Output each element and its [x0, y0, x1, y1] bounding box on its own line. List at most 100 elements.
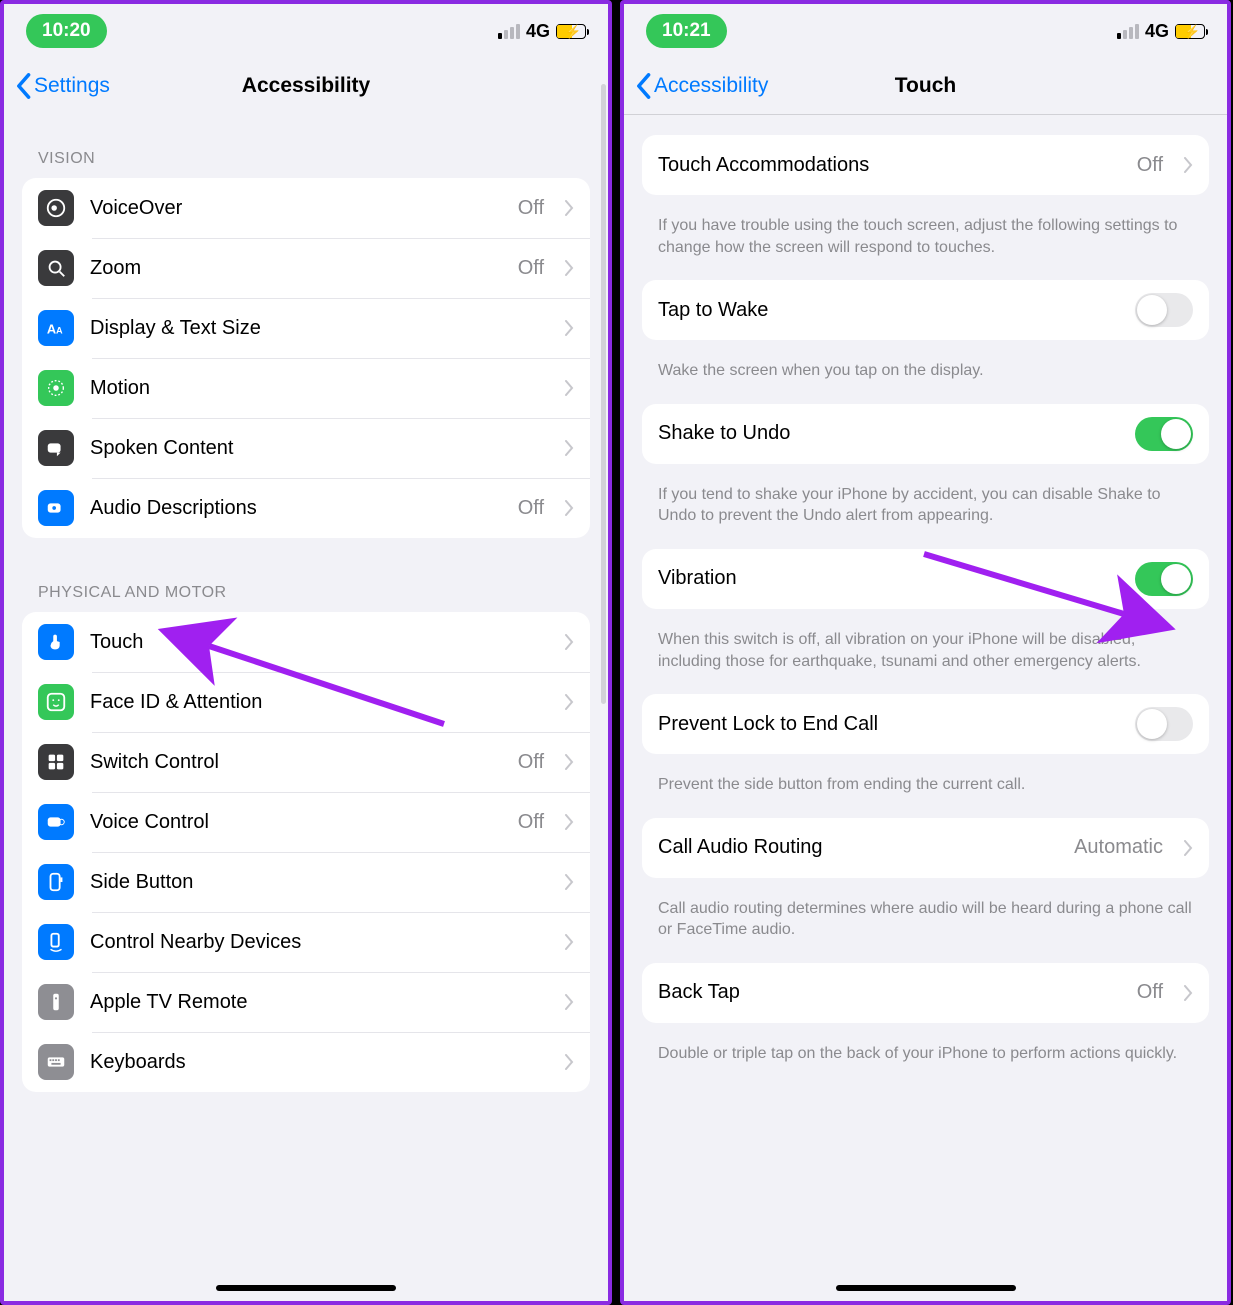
row-control-nearby-devices[interactable]: Control Nearby Devices	[22, 912, 590, 972]
toggle-tap-to-wake[interactable]	[1135, 293, 1193, 327]
back-button[interactable]: Settings	[14, 72, 110, 100]
row-detail: Off	[518, 197, 544, 220]
footer-back-tap: Double or triple tap on the back of your…	[642, 1033, 1209, 1087]
row-back-tap[interactable]: Back Tap Off	[642, 963, 1209, 1023]
row-call-audio-routing[interactable]: Call Audio Routing Automatic	[642, 818, 1209, 878]
row-label: Prevent Lock to End Call	[658, 713, 1119, 736]
row-detail: Off	[518, 811, 544, 834]
vision-group: VoiceOver Off Zoom Off AA Display & Text…	[22, 178, 590, 538]
row-spoken-content[interactable]: Spoken Content	[22, 418, 590, 478]
switch-icon	[38, 744, 74, 780]
row-detail: Off	[518, 497, 544, 520]
home-indicator[interactable]	[836, 1285, 1016, 1291]
row-display-text-size[interactable]: AA Display & Text Size	[22, 298, 590, 358]
row-touch-accommodations[interactable]: Touch Accommodations Off	[642, 135, 1209, 195]
chevron-right-icon	[1183, 840, 1193, 856]
row-label: Tap to Wake	[658, 299, 1119, 322]
row-audio-descriptions[interactable]: Audio Descriptions Off	[22, 478, 590, 538]
row-tap-to-wake[interactable]: Tap to Wake	[642, 280, 1209, 340]
home-indicator[interactable]	[216, 1285, 396, 1291]
chevron-right-icon	[564, 754, 574, 770]
chevron-right-icon	[564, 380, 574, 396]
svg-text:A: A	[56, 326, 63, 336]
row-label: Vibration	[658, 567, 1119, 590]
row-label: Touch Accommodations	[658, 154, 1121, 177]
row-face-id-attention[interactable]: Face ID & Attention	[22, 672, 590, 732]
battery-icon: ⚡	[1175, 24, 1205, 39]
toggle-vibration[interactable]	[1135, 562, 1193, 596]
status-bar: 10:21 4G ⚡	[624, 4, 1227, 58]
chevron-right-icon	[564, 320, 574, 336]
row-label: Side Button	[90, 871, 548, 894]
row-motion[interactable]: Motion	[22, 358, 590, 418]
row-label: Voice Control	[90, 811, 502, 834]
row-touch[interactable]: Touch	[22, 612, 590, 672]
network-label: 4G	[1145, 21, 1169, 42]
row-detail: Automatic	[1074, 836, 1163, 859]
chevron-right-icon	[564, 994, 574, 1010]
faceid-icon	[38, 684, 74, 720]
row-voiceover[interactable]: VoiceOver Off	[22, 178, 590, 238]
row-shake-to-undo[interactable]: Shake to Undo	[642, 404, 1209, 464]
chevron-right-icon	[564, 260, 574, 276]
row-apple-tv-remote[interactable]: Apple TV Remote	[22, 972, 590, 1032]
keyboards-icon	[38, 1044, 74, 1080]
row-label: Audio Descriptions	[90, 497, 502, 520]
row-keyboards[interactable]: Keyboards	[22, 1032, 590, 1092]
row-detail: Off	[1137, 154, 1163, 177]
chevron-right-icon	[564, 694, 574, 710]
section-header-vision: Vision	[22, 114, 590, 178]
row-prevent-lock[interactable]: Prevent Lock to End Call	[642, 694, 1209, 754]
row-voice-control[interactable]: Voice Control Off	[22, 792, 590, 852]
physical-motor-group: Touch Face ID & Attention Switch Control…	[22, 612, 590, 1092]
group-call-audio: Call Audio Routing Automatic	[642, 818, 1209, 878]
row-switch-control[interactable]: Switch Control Off	[22, 732, 590, 792]
chevron-right-icon	[1183, 157, 1193, 173]
signal-icon	[1117, 24, 1139, 39]
footer-shake-to-undo: If you tend to shake your iPhone by acci…	[642, 474, 1209, 549]
spoken-icon	[38, 430, 74, 466]
row-label: Spoken Content	[90, 437, 548, 460]
voicecontrol-icon	[38, 804, 74, 840]
footer-call-audio: Call audio routing determines where audi…	[642, 888, 1209, 963]
row-detail: Off	[518, 257, 544, 280]
status-time: 10:21	[646, 14, 727, 48]
group-shake-to-undo: Shake to Undo	[642, 404, 1209, 464]
row-vibration[interactable]: Vibration	[642, 549, 1209, 609]
zoom-icon	[38, 250, 74, 286]
voiceover-icon	[38, 190, 74, 226]
footer-prevent-lock: Prevent the side button from ending the …	[642, 764, 1209, 818]
back-button[interactable]: Accessibility	[634, 72, 768, 100]
nearby-icon	[38, 924, 74, 960]
row-label: Back Tap	[658, 981, 1121, 1004]
row-side-button[interactable]: Side Button	[22, 852, 590, 912]
row-label: Apple TV Remote	[90, 991, 548, 1014]
nav-bar: Accessibility Touch	[624, 58, 1227, 114]
textsize-icon: AA	[38, 310, 74, 346]
row-detail: Off	[518, 751, 544, 774]
scrollbar[interactable]	[601, 84, 606, 704]
status-time: 10:20	[26, 14, 107, 48]
nav-bar: Settings Accessibility	[4, 58, 608, 114]
row-label: Shake to Undo	[658, 422, 1119, 445]
row-label: VoiceOver	[90, 197, 502, 220]
row-label: Zoom	[90, 257, 502, 280]
row-label: Call Audio Routing	[658, 836, 1058, 859]
chevron-right-icon	[1183, 985, 1193, 1001]
toggle-shake-to-undo[interactable]	[1135, 417, 1193, 451]
chevron-right-icon	[564, 814, 574, 830]
chevron-right-icon	[564, 500, 574, 516]
status-bar: 10:20 4G ⚡	[4, 4, 608, 58]
group-prevent-lock: Prevent Lock to End Call	[642, 694, 1209, 754]
chevron-right-icon	[564, 440, 574, 456]
chevron-right-icon	[564, 874, 574, 890]
signal-icon	[498, 24, 520, 39]
row-zoom[interactable]: Zoom Off	[22, 238, 590, 298]
chevron-right-icon	[564, 200, 574, 216]
status-indicators: 4G ⚡	[1117, 21, 1205, 42]
group-tap-to-wake: Tap to Wake	[642, 280, 1209, 340]
toggle-prevent-lock[interactable]	[1135, 707, 1193, 741]
phone-accessibility: 10:20 4G ⚡ Settings Accessibility Vision…	[0, 0, 612, 1305]
status-indicators: 4G ⚡	[498, 21, 586, 42]
phone-touch: 10:21 4G ⚡ Accessibility Touch Touch Acc…	[620, 0, 1231, 1305]
